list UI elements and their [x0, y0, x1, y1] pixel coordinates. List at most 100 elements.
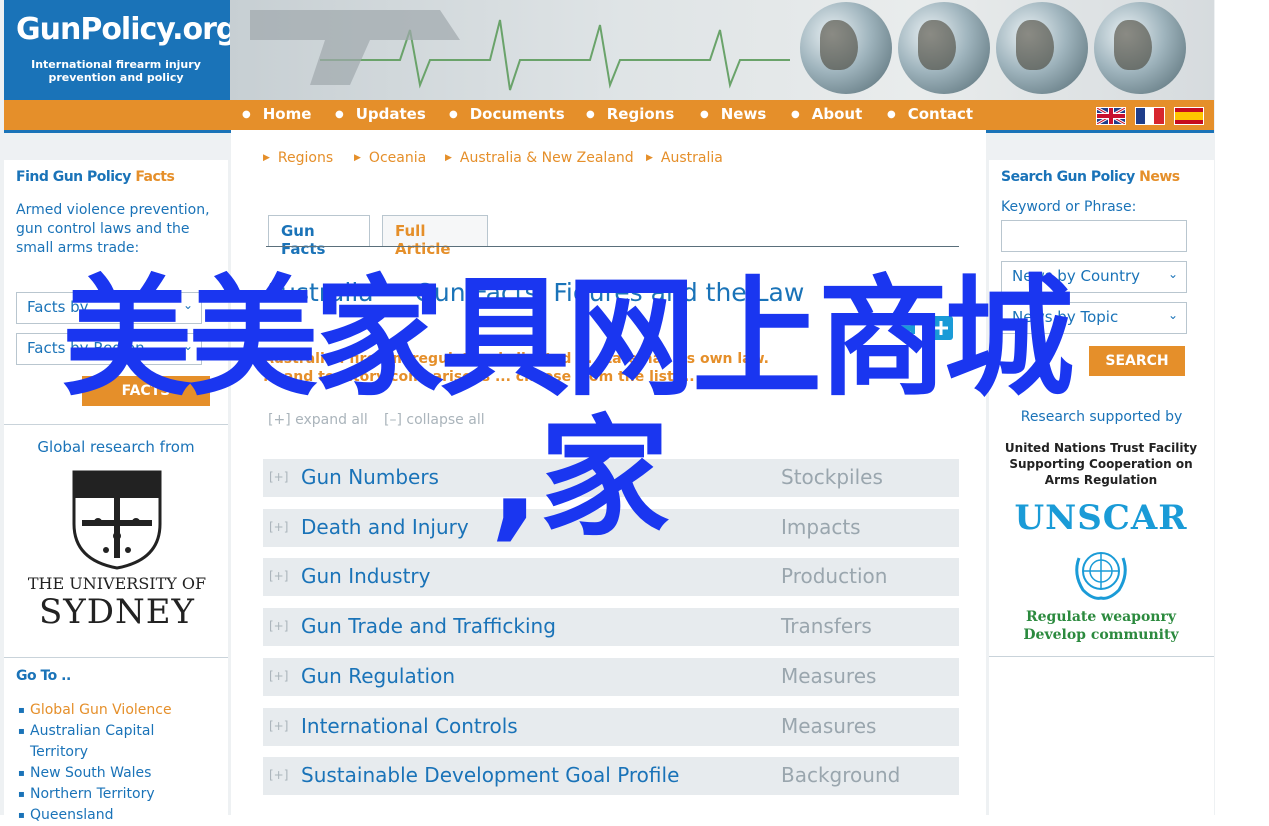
- heading-accent: Facts: [135, 169, 175, 185]
- row-subtitle: Background: [781, 763, 901, 787]
- select-value: News by Country: [1012, 267, 1141, 285]
- uk-flag-icon[interactable]: [1096, 107, 1126, 125]
- university-crest-icon: [72, 470, 162, 570]
- goto-link[interactable]: Queensland: [18, 805, 190, 826]
- breadcrumb-australia[interactable]: ▶ Australia: [646, 150, 723, 166]
- goto-link[interactable]: Australian Capital Territory: [18, 721, 190, 763]
- keyword-label: Keyword or Phrase:: [1001, 199, 1137, 215]
- row-title: Death and Injury: [301, 515, 469, 539]
- triangle-right-icon: ▶: [354, 153, 361, 163]
- accordion-row-gun-trade[interactable]: [+] Gun Trade and Trafficking Transfers: [263, 608, 959, 647]
- site-logo[interactable]: GunPolicy.org International firearm inju…: [4, 0, 237, 100]
- row-subtitle: Stockpiles: [781, 465, 883, 489]
- expand-all-link[interactable]: [+] expand all: [268, 412, 368, 428]
- tab-full-article[interactable]: Full Article: [382, 215, 488, 258]
- france-flag-icon[interactable]: [1135, 107, 1165, 125]
- news-by-country-select[interactable]: News by Country ⌄: [1001, 261, 1187, 293]
- accordion-row-death-injury[interactable]: [+] Death and Injury Impacts: [263, 509, 959, 548]
- heading-part: Find Gun Policy: [16, 169, 131, 185]
- row-subtitle: Measures: [781, 664, 877, 688]
- nav-home[interactable]: ● Home: [242, 105, 311, 123]
- row-subtitle: Transfers: [781, 614, 872, 638]
- select-value: News by Topic: [1012, 308, 1119, 326]
- accordion-row-gun-numbers[interactable]: [+] Gun Numbers Stockpiles: [263, 459, 959, 498]
- chevron-down-icon: ⌄: [1167, 267, 1178, 281]
- facts-by-region-select[interactable]: Facts by Region ⌄: [16, 333, 202, 365]
- goto-link[interactable]: Global Gun Violence: [18, 700, 190, 721]
- keyword-input[interactable]: [1001, 220, 1187, 252]
- select-value: Facts by Region: [27, 339, 145, 357]
- nav-updates[interactable]: ● Updates: [335, 105, 426, 123]
- bullet-icon: ●: [586, 109, 595, 120]
- triangle-right-icon: ▶: [646, 153, 653, 163]
- logo-title: GunPolicy.org: [16, 12, 237, 47]
- search-button[interactable]: SEARCH: [1089, 346, 1185, 376]
- nav-news[interactable]: ● News: [700, 105, 766, 123]
- row-title: Gun Industry: [301, 564, 431, 588]
- share-plus-icon[interactable]: [929, 316, 953, 340]
- nav-documents[interactable]: ● Documents: [449, 105, 565, 123]
- logo-tagline: International firearm injury prevention …: [18, 58, 214, 84]
- university-of-sydney-logo[interactable]: THE UNIVERSITY OF SYDNEY: [26, 464, 208, 642]
- divider: [4, 424, 228, 425]
- goto-link[interactable]: Northern Territory: [18, 784, 190, 805]
- nav-label: Updates: [355, 105, 426, 123]
- nav-about[interactable]: ● About: [791, 105, 862, 123]
- tab-gun-facts[interactable]: Gun Facts: [268, 215, 370, 258]
- triangle-right-icon: ▶: [263, 153, 270, 163]
- select-value: Facts by: [27, 298, 89, 316]
- globe-image: [898, 2, 990, 94]
- main-navigation: ● Home ● Updates ● Documents ● Regions ● News…: [4, 100, 1214, 133]
- accordion-row-sdg-profile[interactable]: [+] Sustainable Development Goal Profile B…: [263, 757, 959, 796]
- logo-tagline-line2: prevention and policy: [48, 71, 184, 84]
- nav-regions[interactable]: ● Regions: [586, 105, 674, 123]
- page-title: Australia — Gun Facts, Figures and the L…: [263, 278, 805, 307]
- chevron-down-icon: ⌄: [182, 339, 193, 353]
- chevron-down-icon: ⌄: [1167, 308, 1178, 322]
- logo-tagline-line1: International firearm injury: [31, 58, 201, 71]
- spain-flag-icon[interactable]: [1174, 107, 1204, 125]
- main-content: ▶ Regions ▶ Oceania ▶ Australia & New Zeala…: [231, 130, 986, 815]
- accordion-row-international-controls[interactable]: [+] International Controls Measures: [263, 708, 959, 747]
- breadcrumb-regions[interactable]: ▶ Regions: [263, 150, 333, 166]
- find-facts-heading: Find Gun Policy Facts: [16, 169, 175, 185]
- tab-underline: [266, 246, 959, 247]
- bullet-icon: ●: [700, 109, 709, 120]
- goto-heading: Go To ..: [16, 668, 71, 684]
- nav-contact[interactable]: ● Contact: [887, 105, 973, 123]
- bullet-icon: ●: [242, 109, 251, 120]
- un-trust-line2: Supporting Cooperation on: [1009, 457, 1193, 471]
- bullet-icon: ●: [335, 109, 344, 120]
- nav-label: Home: [262, 105, 312, 123]
- research-supported-label: Research supported by: [1020, 409, 1183, 425]
- accordion-row-gun-industry[interactable]: [+] Gun Industry Production: [263, 558, 959, 597]
- news-by-topic-select[interactable]: News by Topic ⌄: [1001, 302, 1187, 334]
- facts-by-country-select[interactable]: Facts by ⌄: [16, 292, 202, 324]
- breadcrumb-label: Australia & New Zealand: [459, 150, 634, 166]
- print-icon[interactable]: [891, 318, 917, 338]
- bullet-icon: ●: [449, 109, 458, 120]
- row-title: Gun Trade and Trafficking: [301, 614, 556, 638]
- facts-button[interactable]: FACTS: [82, 376, 210, 406]
- divider: [989, 656, 1214, 657]
- row-subtitle: Impacts: [781, 515, 861, 539]
- collapse-all-link[interactable]: [–] collapse all: [384, 412, 485, 428]
- goto-link[interactable]: New South Wales: [18, 763, 190, 784]
- expand-icon: [+]: [269, 768, 289, 782]
- breadcrumb-oceania[interactable]: ▶ Oceania: [354, 150, 426, 166]
- expand-icon: [+]: [269, 520, 289, 534]
- un-trust-line1: United Nations Trust Facility: [1004, 441, 1198, 455]
- expand-icon: [+]: [269, 619, 289, 633]
- row-title: Gun Regulation: [301, 664, 456, 688]
- row-subtitle: Measures: [781, 714, 877, 738]
- unscar-logo[interactable]: UNSCAR: [1001, 498, 1201, 538]
- heading-part: Search Gun Policy: [1001, 169, 1135, 185]
- breadcrumb-australia-nz[interactable]: ▶ Australia & New Zealand: [445, 150, 634, 166]
- bullet-icon: ●: [791, 109, 800, 120]
- breadcrumb-label: Regions: [277, 150, 334, 166]
- un-trust-line3: Arms Regulation: [1044, 473, 1158, 487]
- chevron-down-icon: ⌄: [182, 298, 193, 312]
- accordion-row-gun-regulation[interactable]: [+] Gun Regulation Measures: [263, 658, 959, 697]
- bullet-icon: ●: [887, 109, 896, 120]
- breadcrumb-label: Oceania: [368, 150, 427, 166]
